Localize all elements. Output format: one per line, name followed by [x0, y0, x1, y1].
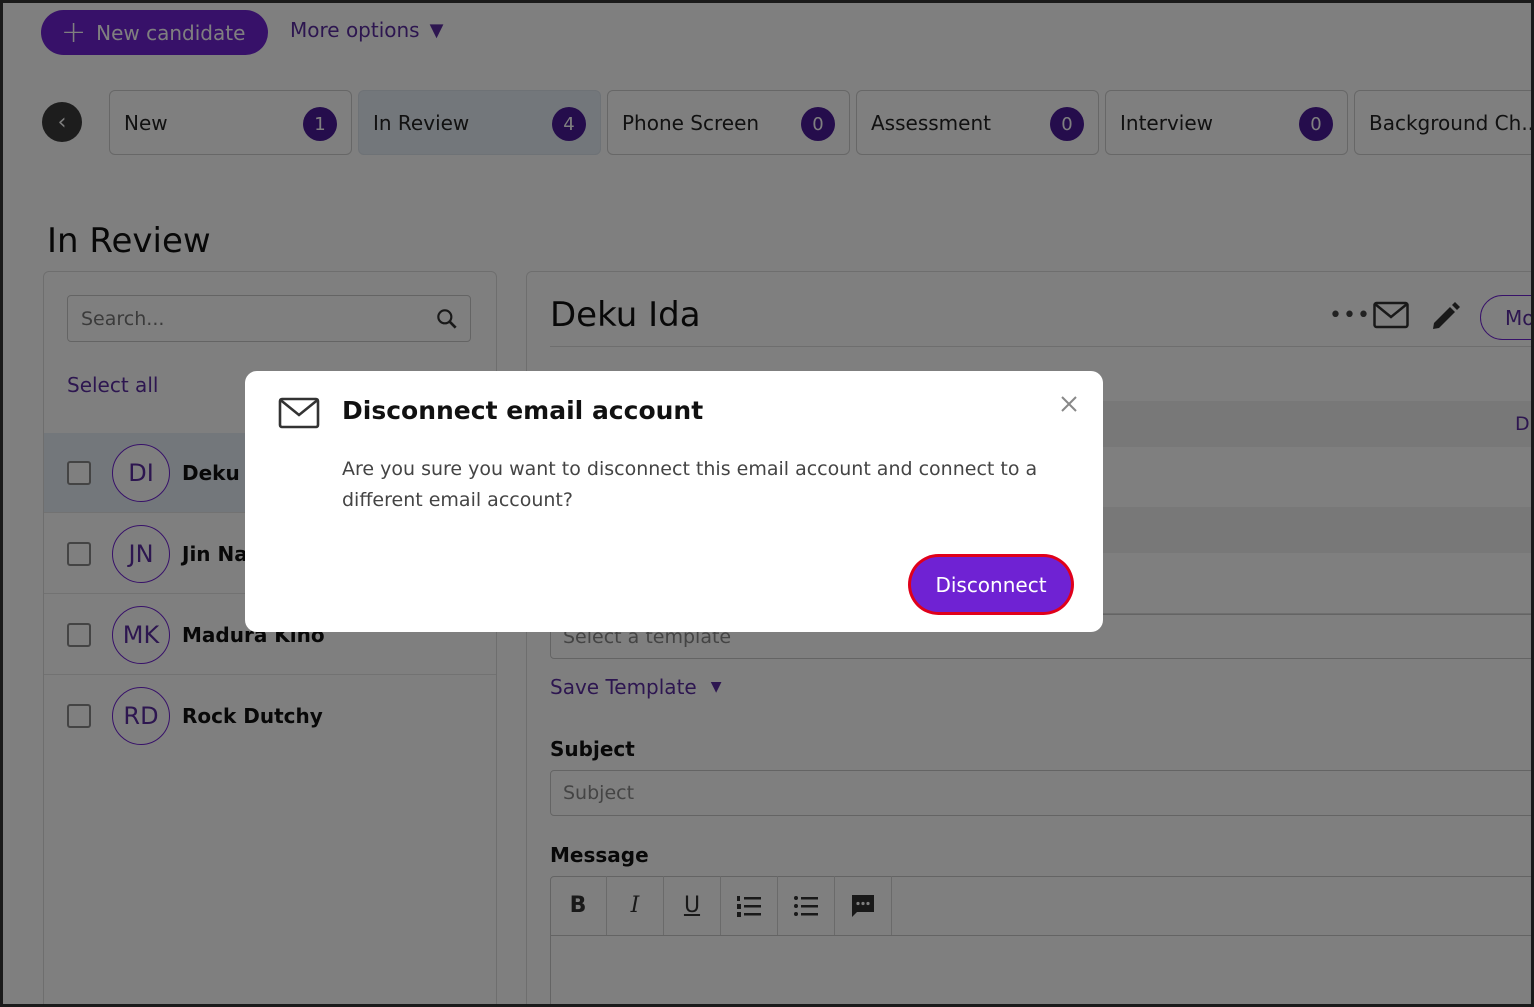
- close-icon[interactable]: [1058, 393, 1080, 415]
- dialog-message: Are you sure you want to disconnect this…: [342, 458, 1038, 511]
- envelope-icon: [278, 397, 320, 429]
- app-window: + New candidate More options ▼ ‹ New 1 I…: [0, 0, 1534, 1007]
- dialog-title: Disconnect email account: [342, 396, 704, 425]
- disconnect-email-dialog: Disconnect email account Are you sure yo…: [245, 371, 1103, 632]
- disconnect-button[interactable]: Disconnect: [911, 557, 1071, 612]
